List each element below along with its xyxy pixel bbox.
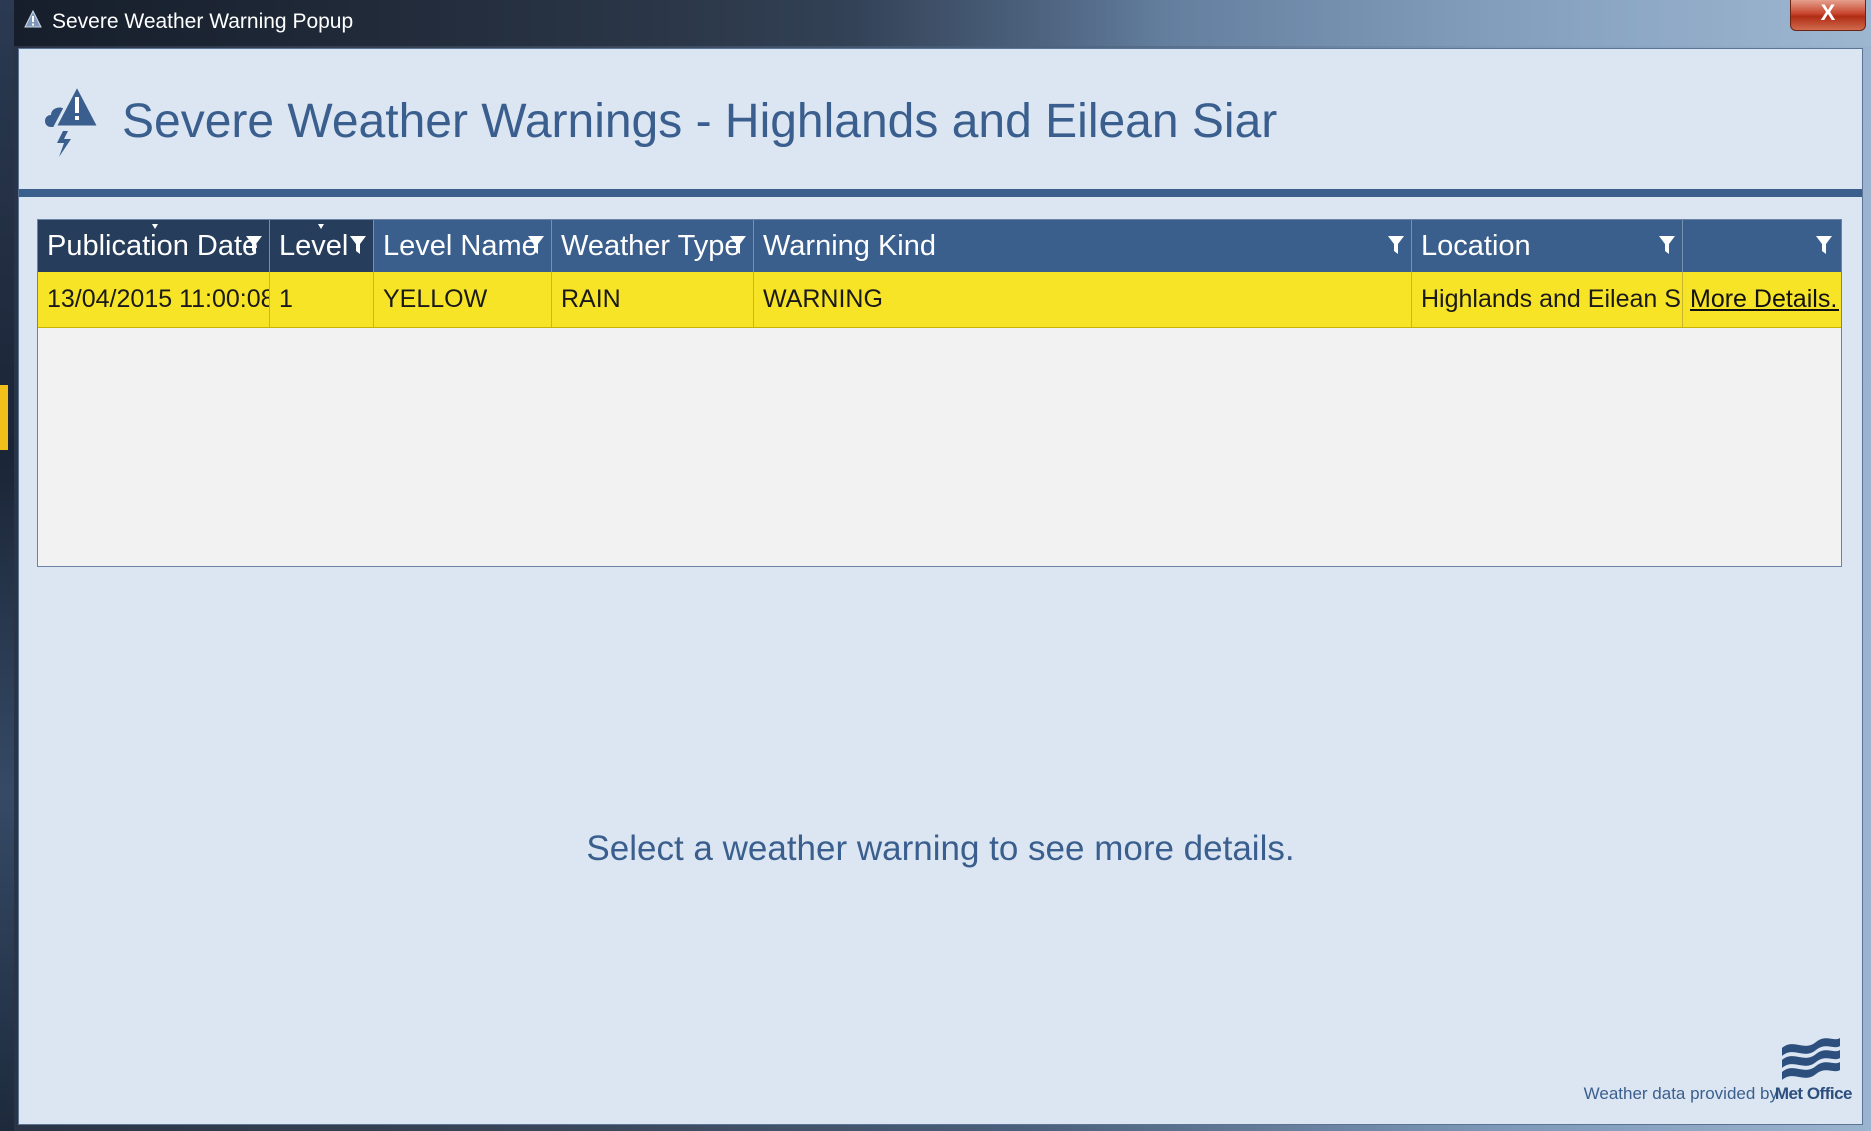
column-label: Weather Type [561,230,741,262]
title-bar[interactable]: Severe Weather Warning Popup X [14,0,1871,46]
column-header-details[interactable] [1683,220,1839,272]
cell-warning-kind: WARNING [754,272,1412,327]
popup-window: Severe Weather Warning Popup X Severe We… [14,0,1871,1131]
provider-name: Met Office [1774,1084,1853,1103]
window-title: Severe Weather Warning Popup [52,10,354,33]
desktop-background [0,0,14,1131]
filter-funnel-icon[interactable] [1387,234,1405,256]
column-label: Location [1421,230,1531,262]
page-title: Severe Weather Warnings - Highlands and … [122,95,1278,148]
column-header-location[interactable]: Location [1412,220,1683,272]
header-divider [19,189,1862,197]
column-header-weather-type[interactable]: Weather Type [552,220,754,272]
column-label: Warning Kind [763,230,937,262]
cell-location: Highlands and Eilean Siar [1412,272,1683,327]
storm-warning-icon [45,81,102,157]
warnings-grid: Publication Date Level Level Name Weathe… [37,219,1842,567]
met-office-logo-icon [1782,1038,1840,1080]
cell-weather-type: RAIN [552,272,754,327]
close-button[interactable]: X [1790,0,1866,31]
desktop-marker [0,385,8,450]
column-header-level-name[interactable]: Level Name [374,220,552,272]
column-header-warning-kind[interactable]: Warning Kind [754,220,1412,272]
table-row[interactable]: 13/04/2015 11:00:08 1 YELLOW RAIN WARNIN… [38,272,1841,328]
grid-header: Publication Date Level Level Name Weathe… [38,220,1841,272]
attribution-text: Weather data provided by [1583,1084,1778,1103]
column-label: Publication Date [47,230,259,262]
cell-details: More Details... [1683,272,1839,327]
column-label: Level Name [383,230,538,262]
filter-funnel-icon[interactable] [1658,234,1676,256]
sort-indicator-icon [152,224,158,229]
filter-funnel-icon[interactable] [1815,234,1833,256]
filter-funnel-icon[interactable] [527,234,545,256]
cell-level: 1 [270,272,374,327]
column-label: Level [279,230,349,262]
sort-indicator-icon [318,224,324,229]
weather-warning-icon [24,9,42,28]
more-details-link[interactable]: More Details... [1690,285,1839,313]
client-area: Severe Weather Warnings - Highlands and … [18,48,1863,1125]
cell-publication-date: 13/04/2015 11:00:08 [38,272,270,327]
page-header: Severe Weather Warnings - Highlands and … [19,49,1862,189]
column-header-publication-date[interactable]: Publication Date [38,220,270,272]
filter-funnel-icon[interactable] [729,234,747,256]
column-header-level[interactable]: Level [270,220,374,272]
filter-funnel-icon[interactable] [349,234,367,256]
cell-level-name: YELLOW [374,272,552,327]
details-placeholder-message: Select a weather warning to see more det… [586,829,1295,868]
data-attribution: Weather data provided by Met Office [1572,1024,1853,1104]
filter-funnel-icon[interactable] [245,234,263,256]
